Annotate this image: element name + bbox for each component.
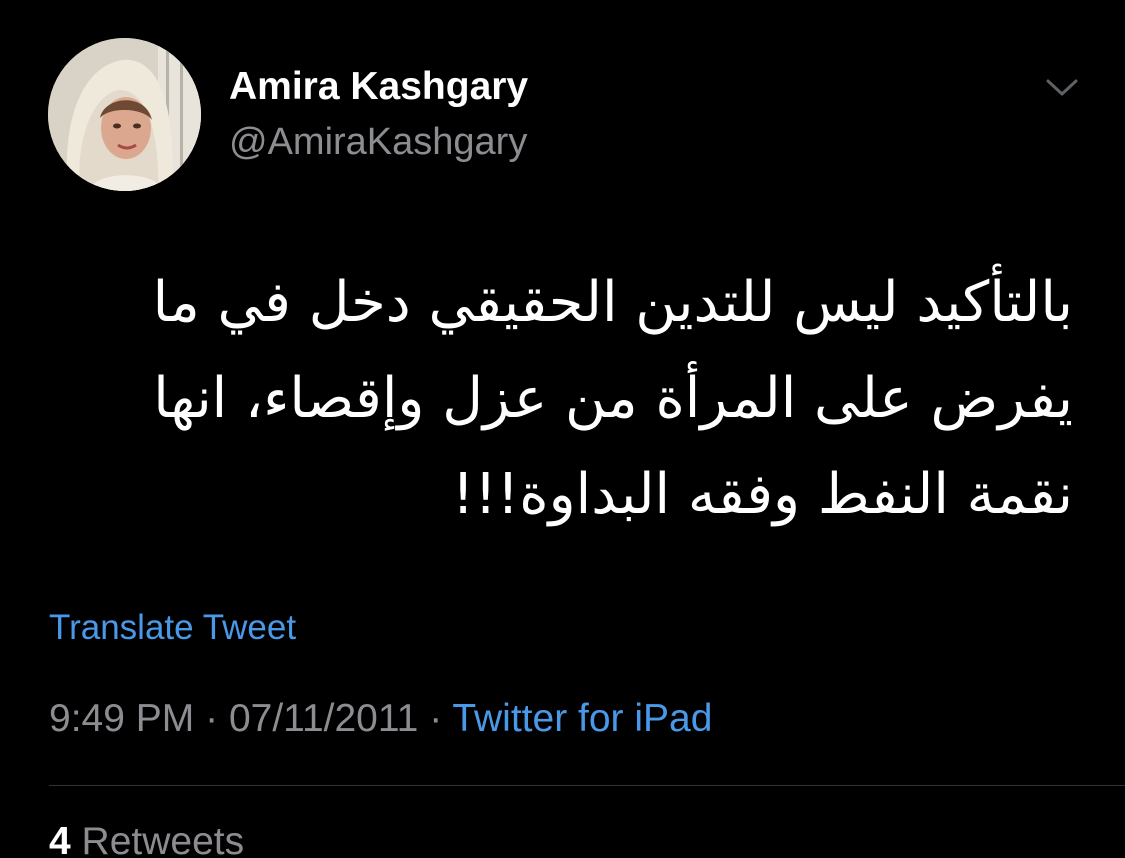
- tweet-text-line: بالتأكيد ليس للتدين الحقيقي دخل في ما: [152, 270, 1073, 335]
- display-name[interactable]: Amira Kashgary: [229, 65, 528, 109]
- tweet-text: بالتأكيد ليس للتدين الحقيقي دخل في ما يف…: [120, 255, 1073, 543]
- avatar[interactable]: [48, 38, 201, 191]
- translate-tweet-link[interactable]: Translate Tweet: [49, 608, 296, 648]
- tweet-metadata: 9:49 PM · 07/11/2011 · Twitter for iPad: [49, 697, 712, 741]
- retweets-label: Retweets: [81, 820, 245, 858]
- tweet-source-link[interactable]: Twitter for iPad: [452, 697, 712, 740]
- more-options-button[interactable]: [1040, 70, 1084, 106]
- divider: [49, 785, 1125, 786]
- tweet-time: 9:49 PM: [49, 697, 195, 740]
- tweet-text-line: يفرض على المرأة من عزل وإقصاء، انها: [153, 366, 1073, 431]
- tweet-date: 07/11/2011: [228, 697, 419, 740]
- tweet-text-line: نقمة النفط وفقه البداوة!!!: [451, 462, 1073, 527]
- retweets-stat[interactable]: 4 Retweets: [49, 820, 244, 858]
- meta-separator: ·: [429, 697, 443, 740]
- user-handle[interactable]: @AmiraKashgary: [229, 121, 527, 164]
- meta-separator: ·: [205, 697, 219, 740]
- retweet-count: 4: [49, 820, 71, 858]
- chevron-down-icon: [1046, 79, 1078, 96]
- avatar-photo: [48, 38, 201, 191]
